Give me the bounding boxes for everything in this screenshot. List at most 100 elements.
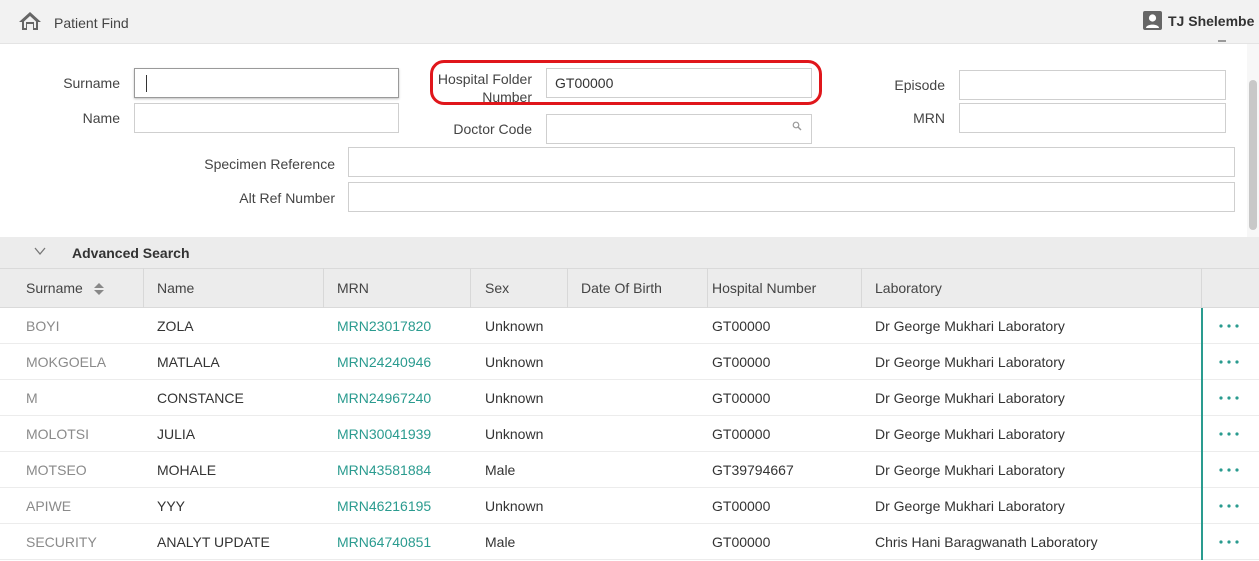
cell-hospital-number: GT00000 [712, 426, 771, 442]
cell-hospital-number: GT00000 [712, 318, 771, 334]
cell-surname: M [26, 390, 38, 406]
mrn-input[interactable] [959, 103, 1226, 133]
row-actions[interactable] [1201, 524, 1259, 560]
hospital-folder-label-line1: Hospital Folder [437, 71, 532, 87]
cell-surname: MOKGOELA [26, 354, 107, 370]
cell-mrn-link[interactable]: MRN23017820 [337, 308, 431, 344]
cell-sex: Male [485, 534, 516, 550]
hospital-folder-number-input[interactable] [546, 68, 812, 98]
cell-laboratory: Chris Hani Baragwanath Laboratory [875, 534, 1098, 550]
row-actions[interactable] [1201, 380, 1259, 416]
more-dots-icon[interactable] [1217, 534, 1243, 550]
cell-laboratory: Dr George Mukhari Laboratory [875, 318, 1065, 334]
home-icon[interactable] [18, 10, 42, 32]
doctor-code-input[interactable] [546, 114, 812, 144]
cell-hospital-number: GT00000 [712, 534, 771, 550]
alt-ref-number-input[interactable] [348, 182, 1235, 212]
cell-sex: Unknown [485, 354, 544, 370]
cell-sex: Unknown [485, 426, 544, 442]
cell-laboratory: Dr George Mukhari Laboratory [875, 498, 1065, 514]
column-separator [707, 268, 708, 308]
doctor-code-label: Doctor Code [453, 121, 532, 137]
cell-hospital-number: GT00000 [712, 498, 771, 514]
table-row[interactable]: M CONSTANCE MRN24967240 Unknown GT00000 … [0, 380, 1259, 416]
column-separator [323, 268, 324, 308]
mrn-label: MRN [913, 110, 945, 126]
column-separator [861, 268, 862, 308]
column-header-surname-label: Surname [26, 280, 83, 296]
column-separator [567, 268, 568, 308]
column-separator [470, 268, 471, 308]
cell-surname: BOYI [26, 318, 60, 334]
cell-hospital-number: GT39794667 [712, 462, 794, 478]
table-row[interactable]: BOYI ZOLA MRN23017820 Unknown GT00000 Dr… [0, 308, 1259, 344]
more-dots-icon[interactable] [1217, 462, 1243, 478]
surname-input[interactable] [134, 68, 399, 98]
row-actions[interactable] [1201, 416, 1259, 452]
cell-laboratory: Dr George Mukhari Laboratory [875, 390, 1065, 406]
cell-sex: Unknown [485, 498, 544, 514]
cell-surname: MOLOTSI [26, 426, 90, 442]
search-icon[interactable] [792, 121, 802, 131]
specimen-reference-label: Specimen Reference [204, 156, 335, 172]
row-actions[interactable] [1201, 308, 1259, 344]
more-dots-icon[interactable] [1217, 426, 1243, 442]
column-header-date-of-birth[interactable]: Date Of Birth [581, 268, 662, 308]
specimen-reference-input[interactable] [348, 147, 1235, 177]
advanced-search-label[interactable]: Advanced Search [72, 245, 190, 261]
hospital-folder-label-line2: Number [482, 89, 532, 105]
cell-mrn-link[interactable]: MRN64740851 [337, 524, 431, 560]
more-dots-icon[interactable] [1217, 498, 1243, 514]
column-header-laboratory[interactable]: Laboratory [875, 268, 942, 308]
surname-label: Surname [63, 75, 120, 91]
cell-mrn-link[interactable]: MRN24967240 [337, 380, 431, 416]
scrollbar-thumb[interactable] [1249, 80, 1257, 230]
name-input[interactable] [134, 103, 399, 133]
cell-sex: Unknown [485, 390, 544, 406]
cell-name: ANALYT UPDATE [157, 534, 270, 550]
collapse-icon[interactable] [1218, 40, 1226, 42]
cell-surname: APIWE [26, 498, 72, 514]
search-panel-scrollbar[interactable] [1247, 44, 1259, 237]
chevron-down-icon[interactable] [34, 246, 46, 256]
column-header-sex[interactable]: Sex [485, 268, 509, 308]
user-icon[interactable] [1143, 11, 1162, 30]
cell-name: MATLALA [157, 354, 220, 370]
cell-mrn-link[interactable]: MRN30041939 [337, 416, 431, 452]
more-dots-icon[interactable] [1217, 354, 1243, 370]
cell-name: JULIA [157, 426, 196, 442]
table-row[interactable]: MOKGOELA MATLALA MRN24240946 Unknown GT0… [0, 344, 1259, 380]
table-row[interactable]: APIWE YYY MRN46216195 Unknown GT00000 Dr… [0, 488, 1259, 524]
cell-laboratory: Dr George Mukhari Laboratory [875, 462, 1065, 478]
column-header-hospital-number[interactable]: Hospital Number [712, 268, 816, 308]
column-header-surname[interactable]: Surname [26, 268, 105, 308]
table-row[interactable]: SECURITY ANALYT UPDATE MRN64740851 Male … [0, 524, 1259, 560]
name-label: Name [82, 110, 120, 126]
cell-name: CONSTANCE [157, 390, 244, 406]
more-dots-icon[interactable] [1217, 390, 1243, 406]
cell-surname: SECURITY [26, 534, 97, 550]
sort-icon[interactable] [93, 282, 105, 296]
cell-mrn-link[interactable]: MRN24240946 [337, 344, 431, 380]
cell-hospital-number: GT00000 [712, 354, 771, 370]
episode-input[interactable] [959, 70, 1226, 100]
cell-mrn-link[interactable]: MRN43581884 [337, 452, 431, 488]
row-actions[interactable] [1201, 488, 1259, 524]
more-dots-icon[interactable] [1217, 318, 1243, 334]
column-header-name[interactable]: Name [157, 268, 194, 308]
cell-laboratory: Dr George Mukhari Laboratory [875, 354, 1065, 370]
column-header-mrn[interactable]: MRN [337, 268, 369, 308]
cell-name: YYY [157, 498, 186, 514]
row-actions[interactable] [1201, 452, 1259, 488]
column-separator [143, 268, 144, 308]
page-title: Patient Find [54, 15, 129, 31]
row-actions[interactable] [1201, 344, 1259, 380]
user-name[interactable]: TJ Shelembe [1168, 13, 1254, 29]
table-row[interactable]: MOLOTSI JULIA MRN30041939 Unknown GT0000… [0, 416, 1259, 452]
cell-sex: Unknown [485, 318, 544, 334]
episode-label: Episode [894, 77, 945, 93]
cell-mrn-link[interactable]: MRN46216195 [337, 488, 431, 524]
cell-hospital-number: GT00000 [712, 390, 771, 406]
cell-laboratory: Dr George Mukhari Laboratory [875, 426, 1065, 442]
table-row[interactable]: MOTSEO MOHALE MRN43581884 Male GT3979466… [0, 452, 1259, 488]
